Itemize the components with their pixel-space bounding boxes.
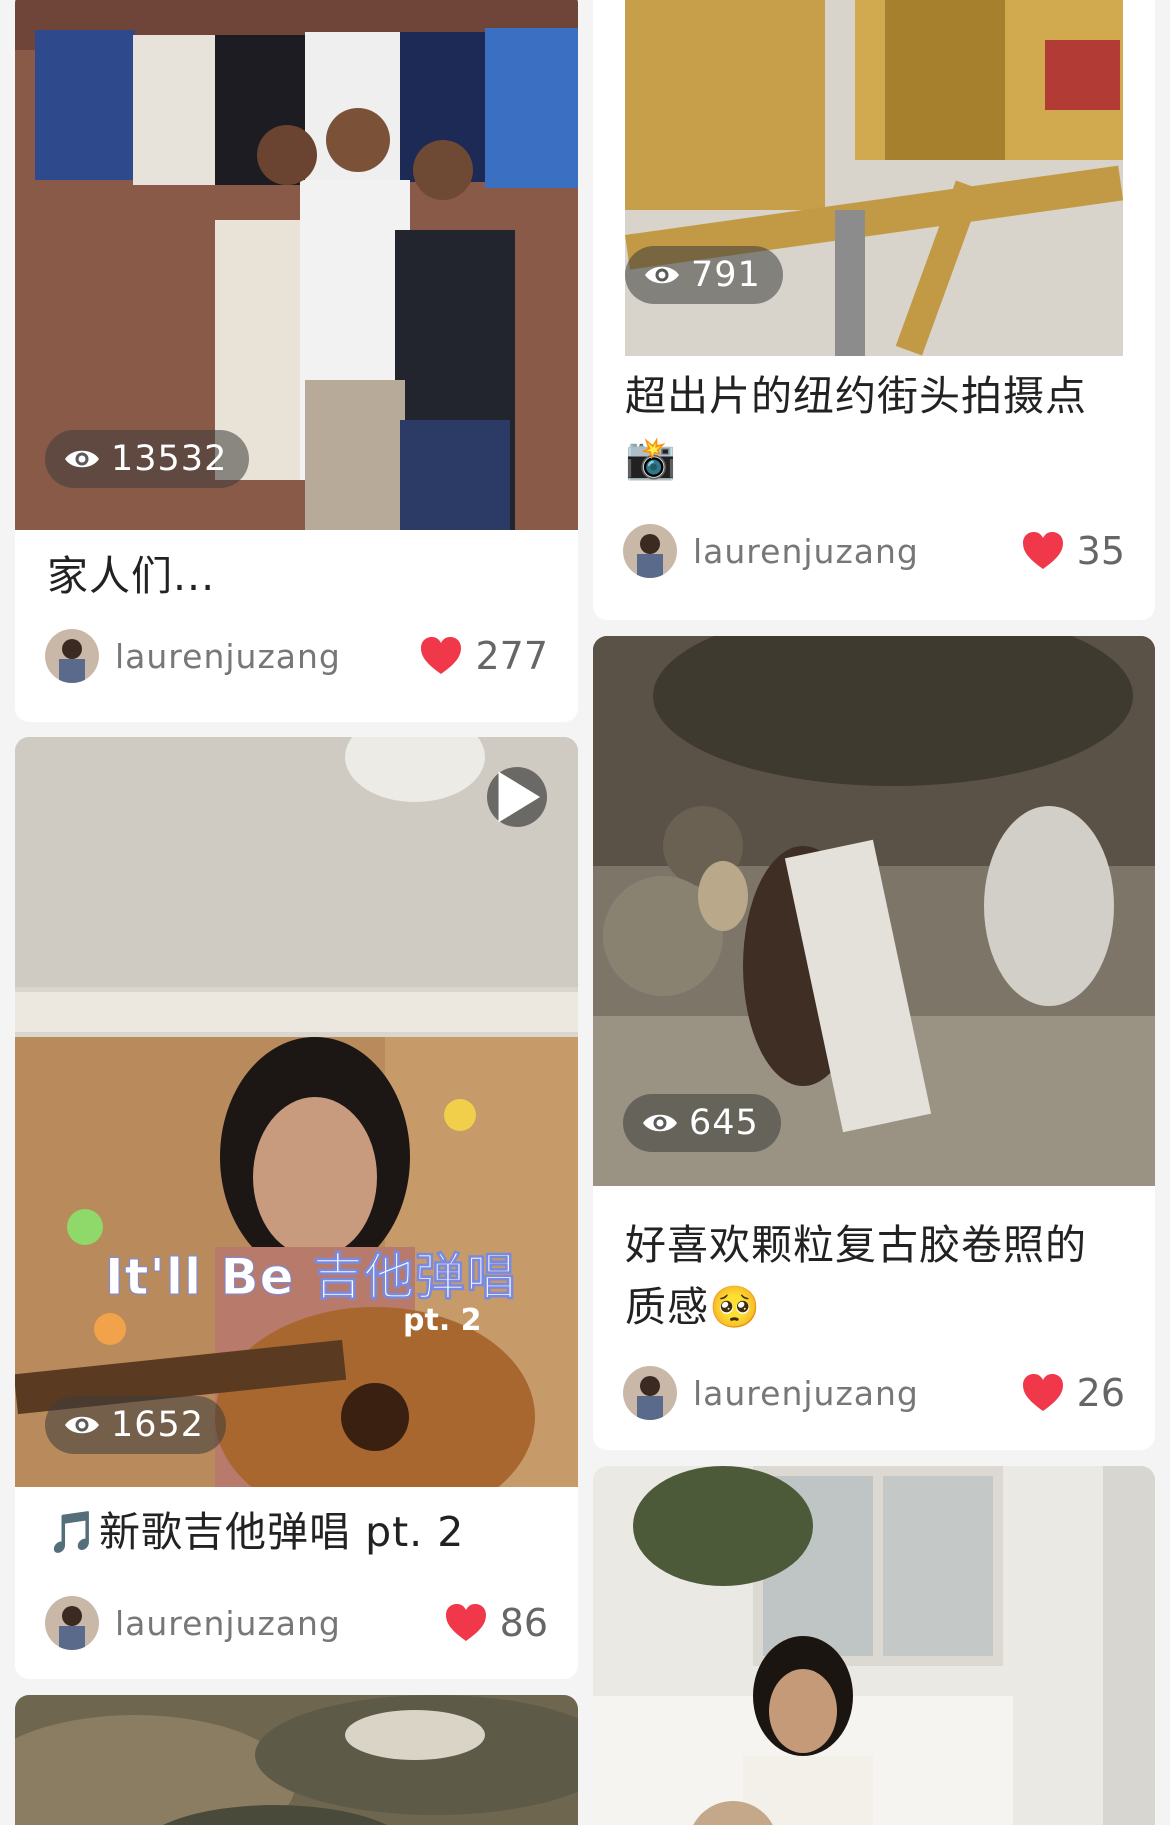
post-card-film[interactable]: 645 好喜欢颗粒复古胶卷照的质感🥺 laurenjuzang 26: [593, 636, 1155, 1450]
post-title[interactable]: 家人们...: [47, 545, 550, 607]
post-thumbnail[interactable]: [593, 1466, 1155, 1825]
author-name[interactable]: laurenjuzang: [115, 637, 341, 676]
post-card-guitar[interactable]: It'll Be 吉他弹唱 pt. 2 1652 🎵新歌吉他弹唱 pt. 2 l…: [15, 737, 578, 1679]
view-count: 1652: [111, 1405, 205, 1445]
avatar[interactable]: [623, 1366, 677, 1420]
eye-icon: [65, 450, 99, 468]
like-button[interactable]: 26: [1021, 1371, 1125, 1415]
video-overlay-text: It'll Be 吉他弹唱: [105, 1248, 517, 1307]
like-button[interactable]: 86: [444, 1601, 548, 1645]
post-thumbnail[interactable]: 13532: [15, 0, 578, 530]
author-name[interactable]: laurenjuzang: [693, 1374, 919, 1413]
heart-icon: [1022, 1374, 1063, 1411]
like-button[interactable]: 277: [419, 634, 548, 678]
like-count: 277: [475, 634, 548, 678]
post-meta: laurenjuzang 86: [45, 1595, 548, 1651]
avatar[interactable]: [45, 1596, 99, 1650]
author-name[interactable]: laurenjuzang: [115, 1604, 341, 1643]
video-overlay-subtext: pt. 2: [403, 1303, 482, 1338]
post-meta: laurenjuzang 35: [623, 523, 1125, 579]
post-thumbnail[interactable]: It'll Be 吉他弹唱 pt. 2 1652: [15, 737, 578, 1487]
post-title[interactable]: 好喜欢颗粒复古胶卷照的质感🥺: [625, 1214, 1127, 1338]
heart-icon: [421, 637, 462, 674]
post-title[interactable]: 🎵新歌吉他弹唱 pt. 2: [47, 1501, 550, 1563]
view-count-badge: 1652: [45, 1396, 227, 1454]
post-card-landscape[interactable]: [15, 1695, 578, 1825]
post-meta: laurenjuzang 26: [623, 1365, 1125, 1421]
post-meta: laurenjuzang 277: [45, 628, 548, 684]
view-count: 13532: [111, 439, 228, 479]
post-card-nyc[interactable]: 791 超出片的纽约街头拍摄点📸 laurenjuzang 35: [593, 0, 1155, 620]
like-button[interactable]: 35: [1021, 529, 1125, 573]
view-count-badge: 791: [625, 246, 783, 304]
avatar[interactable]: [623, 524, 677, 578]
view-count-badge: 645: [623, 1094, 781, 1152]
play-icon[interactable]: [487, 767, 547, 827]
view-count-badge: 13532: [45, 430, 250, 488]
author-name[interactable]: laurenjuzang: [693, 532, 919, 571]
like-count: 35: [1076, 529, 1125, 573]
view-count: 645: [689, 1103, 759, 1143]
post-card-family[interactable]: 13532 家人们... laurenjuzang 277: [15, 0, 578, 722]
heart-icon: [1022, 532, 1063, 569]
feed-grid: 13532 家人们... laurenjuzang 277 It'll Be 吉…: [0, 0, 1170, 1825]
eye-icon: [65, 1416, 99, 1434]
eye-icon: [643, 1114, 677, 1132]
post-card-sofa[interactable]: [593, 1466, 1155, 1825]
post-thumbnail[interactable]: 791: [625, 0, 1123, 356]
like-count: 26: [1076, 1371, 1125, 1415]
like-count: 86: [499, 1601, 548, 1645]
view-count: 791: [691, 255, 761, 295]
post-title[interactable]: 超出片的纽约街头拍摄点📸: [625, 365, 1127, 489]
post-thumbnail[interactable]: [15, 1695, 578, 1825]
post-thumbnail[interactable]: 645: [593, 636, 1155, 1186]
eye-icon: [645, 266, 679, 284]
heart-icon: [445, 1604, 486, 1641]
avatar[interactable]: [45, 629, 99, 683]
